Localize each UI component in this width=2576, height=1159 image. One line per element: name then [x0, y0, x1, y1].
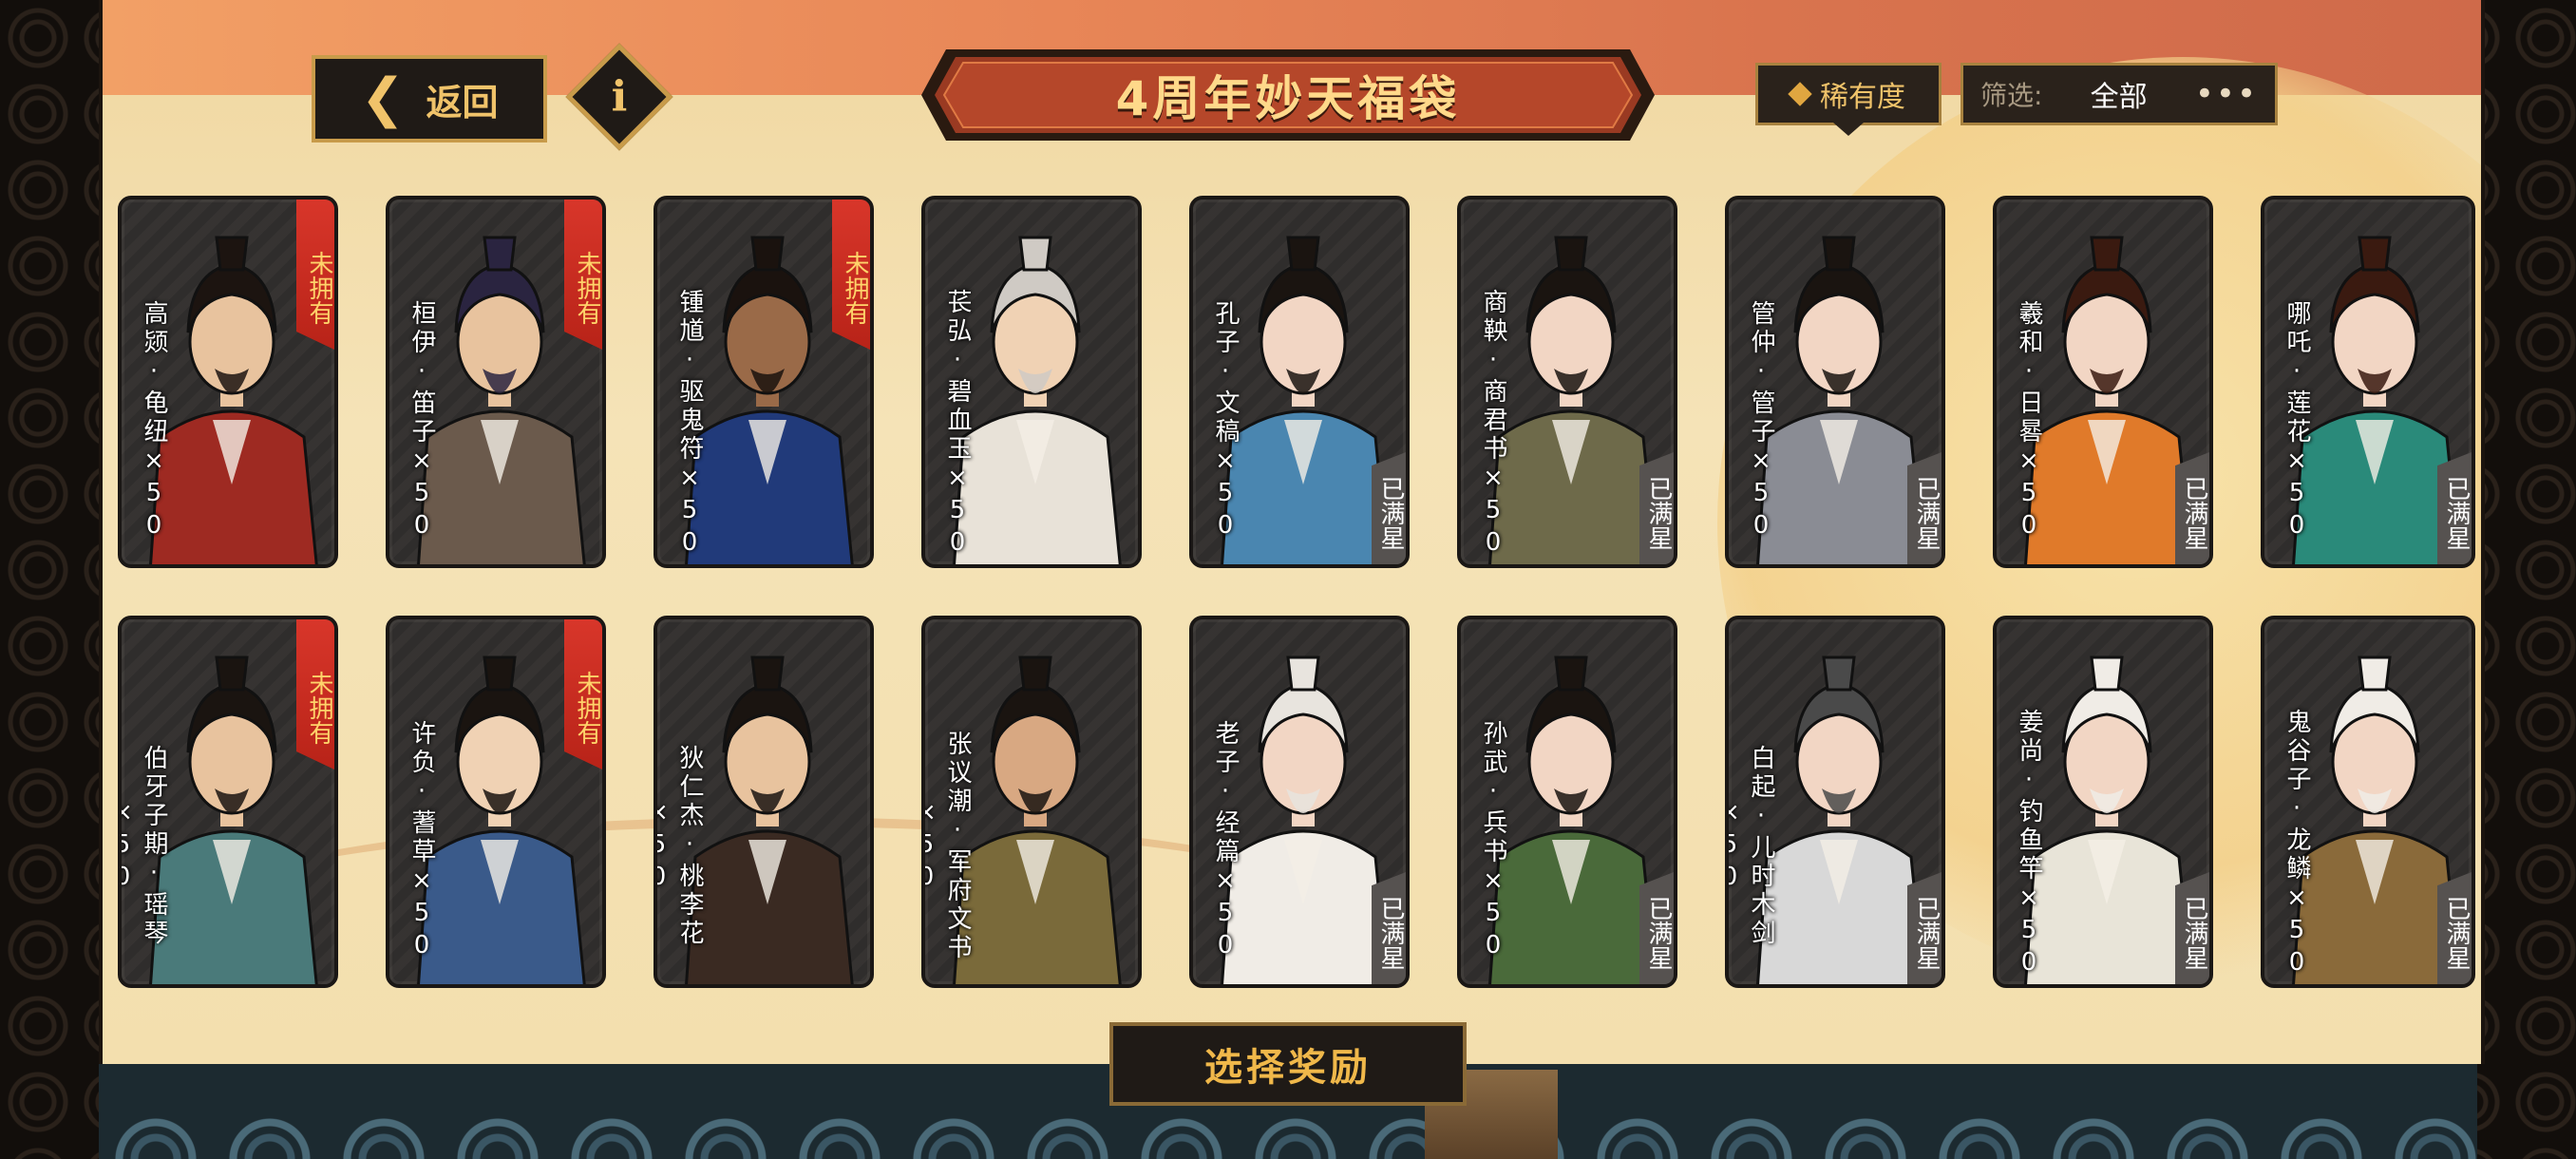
- portrait-headpiece: [1018, 236, 1052, 272]
- character-name: 张议潮·军府文书×50: [921, 731, 972, 962]
- max-star-tag: 已满星: [2175, 452, 2209, 564]
- character-name: 姜尚·钓鱼竿×50: [2015, 709, 2043, 980]
- character-card[interactable]: 许负·蓍草×50 未拥有: [386, 616, 606, 988]
- character-name: 羲和·日晷×50: [2015, 300, 2043, 543]
- dropdown-arrow-icon: [1833, 123, 1864, 136]
- select-reward-button[interactable]: 选择奖励: [1109, 1022, 1467, 1106]
- character-name: 商鞅·商君书×50: [1479, 289, 1507, 560]
- not-owned-ribbon: 未拥有: [296, 619, 334, 770]
- portrait-headpiece: [215, 656, 249, 692]
- character-card[interactable]: 高颎·龟纽×50 未拥有: [118, 196, 338, 568]
- character-card[interactable]: 哪吒·莲花×50 已满星: [2261, 196, 2475, 568]
- max-star-tag: 已满星: [1639, 452, 1674, 564]
- diamond-icon: [1788, 82, 1812, 106]
- portrait-headpiece: [750, 236, 785, 272]
- back-button[interactable]: ❮ 返回: [312, 55, 547, 142]
- portrait-headpiece: [215, 236, 249, 272]
- portrait-headpiece: [1018, 656, 1052, 692]
- character-card[interactable]: 鬼谷子·龙鳞×50 已满星: [2261, 616, 2475, 988]
- filter-dropdown[interactable]: 筛选: 全部 •••: [1960, 63, 2278, 125]
- character-name: 许负·蓍草×50: [407, 720, 436, 963]
- max-star-tag: 已满星: [2437, 872, 2472, 984]
- character-name: 伯牙子期·瑶琴×50: [118, 745, 168, 948]
- more-options-icon[interactable]: •••: [2195, 75, 2258, 113]
- portrait-headpiece: [1554, 656, 1588, 692]
- character-name: 老子·经篇×50: [1211, 720, 1240, 963]
- character-card[interactable]: 张议潮·军府文书×50: [921, 616, 1142, 988]
- portrait-headpiece: [2358, 236, 2392, 272]
- character-name: 白起·儿时木剑×50: [1725, 745, 1775, 948]
- select-reward-label: 选择奖励: [1204, 1046, 1372, 1090]
- max-star-tag: 已满星: [2437, 452, 2472, 564]
- character-card[interactable]: 锺馗·驱鬼符×50 未拥有: [653, 196, 874, 568]
- portrait-headpiece: [2090, 656, 2124, 692]
- character-card[interactable]: 伯牙子期·瑶琴×50 未拥有: [118, 616, 338, 988]
- character-name: 苌弘·碧血玉×50: [943, 289, 972, 560]
- not-owned-ribbon: 未拥有: [564, 619, 602, 770]
- max-star-tag: 已满星: [1907, 872, 1941, 984]
- max-star-tag: 已满星: [1372, 872, 1406, 984]
- portrait-headpiece: [483, 656, 517, 692]
- character-card[interactable]: 羲和·日晷×50 已满星: [1993, 196, 2213, 568]
- title-banner: 4周年妙天福袋: [918, 46, 1658, 144]
- character-card[interactable]: 白起·儿时木剑×50 已满星: [1725, 616, 1945, 988]
- character-card[interactable]: 老子·经篇×50 已满星: [1189, 616, 1410, 988]
- filter-label: 筛选:: [1980, 80, 2043, 111]
- character-name: 桓伊·笛子×50: [407, 300, 436, 543]
- back-label: 返回: [426, 81, 499, 124]
- not-owned-ribbon: 未拥有: [832, 200, 870, 350]
- character-name: 锺馗·驱鬼符×50: [675, 289, 704, 560]
- portrait-headpiece: [1286, 236, 1320, 272]
- portrait-headpiece: [750, 656, 785, 692]
- character-name: 高颎·龟纽×50: [140, 300, 168, 543]
- character-name: 狄仁杰·桃李花×50: [653, 745, 704, 948]
- character-card[interactable]: 孙武·兵书×50 已满星: [1457, 616, 1677, 988]
- rarity-sort-button[interactable]: 稀有度: [1755, 63, 1941, 136]
- character-name: 管仲·管子×50: [1747, 300, 1775, 543]
- page-title: 4周年妙天福袋: [1115, 71, 1461, 126]
- character-card[interactable]: 苌弘·碧血玉×50: [921, 196, 1142, 568]
- chevron-left-icon: ❮: [360, 67, 406, 129]
- character-name: 孙武·兵书×50: [1479, 720, 1507, 963]
- max-star-tag: 已满星: [1907, 452, 1941, 564]
- portrait-headpiece: [2090, 236, 2124, 272]
- not-owned-ribbon: 未拥有: [564, 200, 602, 350]
- max-star-tag: 已满星: [2175, 872, 2209, 984]
- portrait-headpiece: [1822, 656, 1856, 692]
- not-owned-ribbon: 未拥有: [296, 200, 334, 350]
- info-icon: i: [611, 72, 628, 122]
- character-card[interactable]: 孔子·文稿×50 已满星: [1189, 196, 1410, 568]
- max-star-tag: 已满星: [1372, 452, 1406, 564]
- max-star-tag: 已满星: [1639, 872, 1674, 984]
- character-card[interactable]: 管仲·管子×50 已满星: [1725, 196, 1945, 568]
- portrait-headpiece: [1822, 236, 1856, 272]
- portrait-headpiece: [2358, 656, 2392, 692]
- portrait-headpiece: [1554, 236, 1588, 272]
- portrait-headpiece: [483, 236, 517, 272]
- character-name: 哪吒·莲花×50: [2282, 300, 2311, 543]
- character-card[interactable]: 商鞅·商君书×50 已满星: [1457, 196, 1677, 568]
- filter-value: 全部: [2090, 81, 2148, 114]
- rarity-label: 稀有度: [1820, 81, 1905, 114]
- character-card[interactable]: 桓伊·笛子×50 未拥有: [386, 196, 606, 568]
- character-name: 鬼谷子·龙鳞×50: [2282, 709, 2311, 980]
- portrait-headpiece: [1286, 656, 1320, 692]
- character-card[interactable]: 狄仁杰·桃李花×50: [653, 616, 874, 988]
- character-name: 孔子·文稿×50: [1211, 300, 1240, 543]
- character-card[interactable]: 姜尚·钓鱼竿×50 已满星: [1993, 616, 2213, 988]
